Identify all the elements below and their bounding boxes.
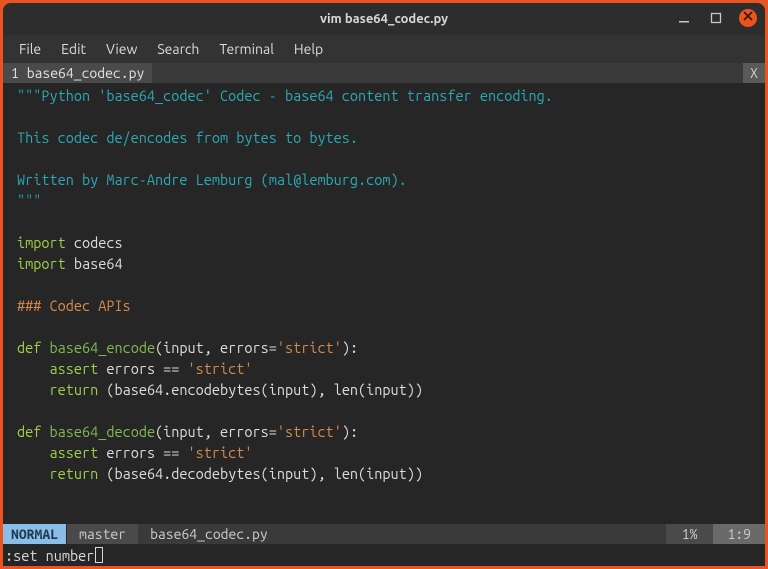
statusline-branch: master — [66, 524, 138, 544]
menubar: File Edit View Search Terminal Help — [3, 35, 765, 63]
statusline-mode: NORMAL — [3, 524, 66, 544]
tab-filename: base64_codec.py — [27, 65, 145, 81]
terminal-window: vim base64_codec.py File Edit View Searc… — [3, 3, 765, 566]
window-title: vim base64_codec.py — [320, 12, 448, 26]
menu-search[interactable]: Search — [149, 38, 207, 60]
tabline-fill — [152, 63, 743, 83]
menu-edit[interactable]: Edit — [53, 38, 94, 60]
menu-help[interactable]: Help — [286, 38, 331, 60]
tab-active[interactable]: 1 base64_codec.py — [3, 63, 152, 83]
minimize-icon[interactable] — [675, 9, 693, 27]
statusline-percent: 1% — [666, 524, 714, 544]
menu-file[interactable]: File — [11, 38, 49, 60]
statusline-file: base64_codec.py — [138, 524, 666, 544]
statusline: NORMAL master base64_codec.py 1% 1:9 — [3, 524, 765, 544]
maximize-icon[interactable] — [707, 9, 725, 27]
menu-view[interactable]: View — [98, 38, 145, 60]
tab-close-button[interactable]: X — [743, 63, 765, 83]
tab-index: 1 — [11, 65, 19, 81]
command-line[interactable]: :set number — [3, 544, 765, 566]
tabline: 1 base64_codec.py X — [3, 63, 765, 83]
close-icon[interactable] — [739, 9, 757, 27]
menu-terminal[interactable]: Terminal — [211, 38, 282, 60]
cursor-icon — [95, 547, 103, 563]
editor-area[interactable]: """Python 'base64_codec' Codec - base64 … — [3, 83, 765, 524]
window-controls — [675, 9, 757, 27]
command-text: :set number — [5, 547, 94, 564]
statusline-position: 1:9 — [713, 524, 765, 544]
titlebar[interactable]: vim base64_codec.py — [3, 3, 765, 35]
